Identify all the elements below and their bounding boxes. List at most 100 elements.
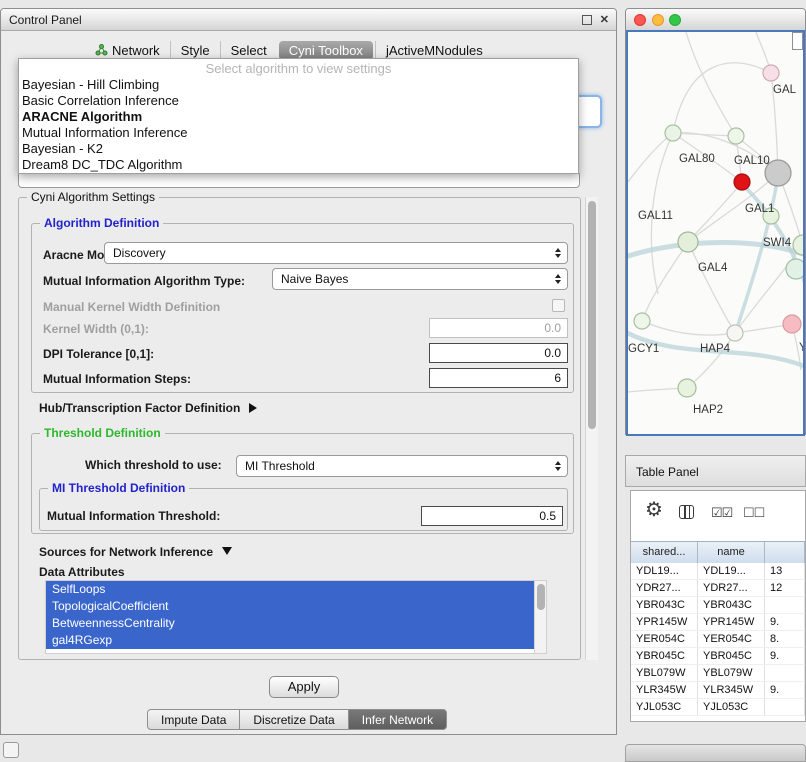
table-row[interactable]: YBR043CYBR043C — [631, 597, 805, 614]
table-cell: YDR27... — [631, 580, 698, 596]
settings-scrollbar[interactable] — [585, 197, 598, 660]
network-node[interactable] — [665, 125, 681, 141]
tab-infer-network[interactable]: Infer Network — [348, 709, 447, 730]
table-panel-header[interactable]: Table Panel — [625, 455, 806, 487]
column-header[interactable] — [765, 542, 805, 563]
tab-network[interactable]: Network — [85, 41, 170, 60]
table-panel-title: Table Panel — [636, 465, 699, 479]
close-traffic-light[interactable] — [634, 14, 646, 26]
table-panel: ⚙ ☑☑ ☐☐ shared...name YDL19...YDL19...13… — [630, 490, 806, 722]
tab-style[interactable]: Style — [170, 41, 220, 60]
zoom-traffic-light[interactable] — [669, 14, 681, 26]
menu-placeholder[interactable]: Select algorithm to view settings — [19, 61, 578, 77]
column-header[interactable]: name — [698, 542, 765, 563]
network-edge[interactable] — [686, 32, 736, 136]
tab-impute-data[interactable]: Impute Data — [147, 709, 240, 730]
collapsed-panel-icon[interactable] — [3, 742, 19, 758]
network-node[interactable] — [786, 259, 803, 279]
window-title: Control Panel — [9, 13, 82, 27]
network-node[interactable] — [728, 128, 744, 144]
attribute-item[interactable]: gal4RGexp — [46, 632, 536, 649]
menu-item[interactable]: ARACNE Algorithm — [19, 109, 578, 125]
table-row[interactable]: YPR145WYPR145W9. — [631, 614, 805, 631]
network-edge[interactable] — [628, 133, 673, 182]
table-row[interactable]: YDL19...YDL19...13 — [631, 563, 805, 580]
apply-button[interactable]: Apply — [269, 676, 339, 698]
mi-steps-value: 6 — [554, 371, 561, 385]
network-node[interactable] — [763, 65, 779, 81]
network-node[interactable] — [783, 315, 801, 333]
minimize-traffic-light[interactable] — [652, 14, 664, 26]
tab-cyni-toolbox[interactable]: Cyni Toolbox — [279, 41, 373, 60]
network-node[interactable] — [634, 313, 650, 329]
table-row[interactable]: YJL053CYJL053C — [631, 699, 805, 716]
table-cell: 12 — [765, 580, 805, 596]
node-label: GAL1 — [745, 203, 774, 215]
network-view-frame: GALGAL80GAL10GAL11GAL1SWI4GAL4GCY1HAP4HA… — [626, 30, 805, 436]
network-node[interactable] — [734, 174, 750, 190]
hub-section-toggle[interactable]: Hub/Transcription Factor Definition — [39, 401, 257, 415]
network-node[interactable] — [678, 232, 698, 252]
scrollbar-corner — [792, 32, 803, 50]
manual-kernel-label: Manual Kernel Width Definition — [43, 300, 220, 314]
network-canvas[interactable]: GALGAL80GAL10GAL11GAL1SWI4GAL4GCY1HAP4HA… — [628, 32, 803, 434]
network-edge[interactable] — [642, 242, 688, 321]
deselect-all-icon[interactable]: ☐☐ — [743, 505, 764, 521]
network-window-titlebar[interactable] — [626, 9, 805, 31]
desktop: Control Panel ✕ Network Style Select Cyn… — [0, 0, 806, 762]
tab-label: Network — [112, 43, 160, 58]
attribute-item[interactable]: TopologicalCoefficient — [46, 598, 536, 615]
settings-group-title: Cyni Algorithm Settings — [27, 190, 159, 204]
scrollbar-thumb[interactable] — [537, 584, 545, 610]
network-node[interactable] — [727, 325, 743, 341]
select-all-icon[interactable]: ☑☑ — [711, 505, 732, 521]
kernel-width-value: 0.0 — [544, 321, 561, 335]
dpi-tolerance-value: 0.0 — [544, 346, 561, 360]
network-edge[interactable] — [642, 321, 735, 335]
table-row[interactable]: YBR045CYBR045C9. — [631, 648, 805, 665]
close-icon[interactable]: ✕ — [600, 13, 609, 26]
mi-threshold-field[interactable]: 0.5 — [421, 506, 563, 526]
table-row[interactable]: YBL079WYBL079W — [631, 665, 805, 682]
table-cell: YPR145W — [698, 614, 765, 630]
dpi-tolerance-field[interactable]: 0.0 — [429, 343, 568, 363]
float-window-icon[interactable] — [582, 15, 592, 25]
menu-item[interactable]: Dream8 DC_TDC Algorithm — [19, 157, 578, 173]
manual-kernel-checkbox[interactable] — [552, 299, 565, 312]
network-edge[interactable] — [673, 63, 771, 133]
tab-select[interactable]: Select — [220, 41, 277, 60]
algorithm-dropdown-menu: Select algorithm to view settings Bayesi… — [18, 58, 579, 174]
table-row[interactable]: YER054CYER054C8. — [631, 631, 805, 648]
sources-section-toggle[interactable]: Sources for Network Inference — [39, 545, 232, 559]
tab-jactivemnodules[interactable]: jActiveMNodules — [375, 41, 493, 60]
network-edge[interactable] — [687, 333, 735, 388]
table-row[interactable]: YLR345WYLR345W9. — [631, 682, 805, 699]
menu-item[interactable]: Mutual Information Inference — [19, 125, 578, 141]
which-threshold-combo[interactable]: MI Threshold — [236, 455, 568, 477]
table-row[interactable]: YDR27...YDR27...12 — [631, 580, 805, 597]
table-cell: YJL053C — [698, 699, 765, 715]
aracne-mode-combo[interactable]: Discovery — [104, 242, 568, 264]
column-layout-icon[interactable] — [679, 505, 694, 522]
network-node[interactable] — [678, 379, 696, 397]
tab-discretize-data[interactable]: Discretize Data — [239, 709, 348, 730]
column-header[interactable]: shared... — [631, 542, 698, 563]
gear-icon[interactable]: ⚙ — [645, 497, 663, 522]
menu-item[interactable]: Bayesian - K2 — [19, 141, 578, 157]
mi-steps-field[interactable]: 6 — [429, 368, 568, 388]
scrollbar-thumb[interactable] — [588, 201, 596, 429]
menu-item[interactable]: Basic Correlation Inference — [19, 93, 578, 109]
aracne-mode-value: Discovery — [113, 246, 166, 260]
table-cell — [765, 665, 805, 681]
mi-type-combo[interactable]: Naive Bayes — [272, 268, 568, 290]
network-edge[interactable] — [688, 182, 742, 242]
table-cell: 9. — [765, 614, 805, 630]
kernel-width-field[interactable]: 0.0 — [429, 318, 568, 338]
control-panel-titlebar[interactable]: Control Panel ✕ — [1, 9, 616, 31]
mi-type-label: Mutual Information Algorithm Type: — [43, 274, 245, 288]
menu-item[interactable]: Bayesian - Hill Climbing — [19, 77, 578, 93]
attribute-item[interactable]: SelfLoops — [46, 581, 536, 598]
attributes-scrollbar[interactable] — [534, 581, 546, 653]
network-edge[interactable] — [688, 242, 735, 333]
attribute-item[interactable]: BetweennessCentrality — [46, 615, 536, 632]
